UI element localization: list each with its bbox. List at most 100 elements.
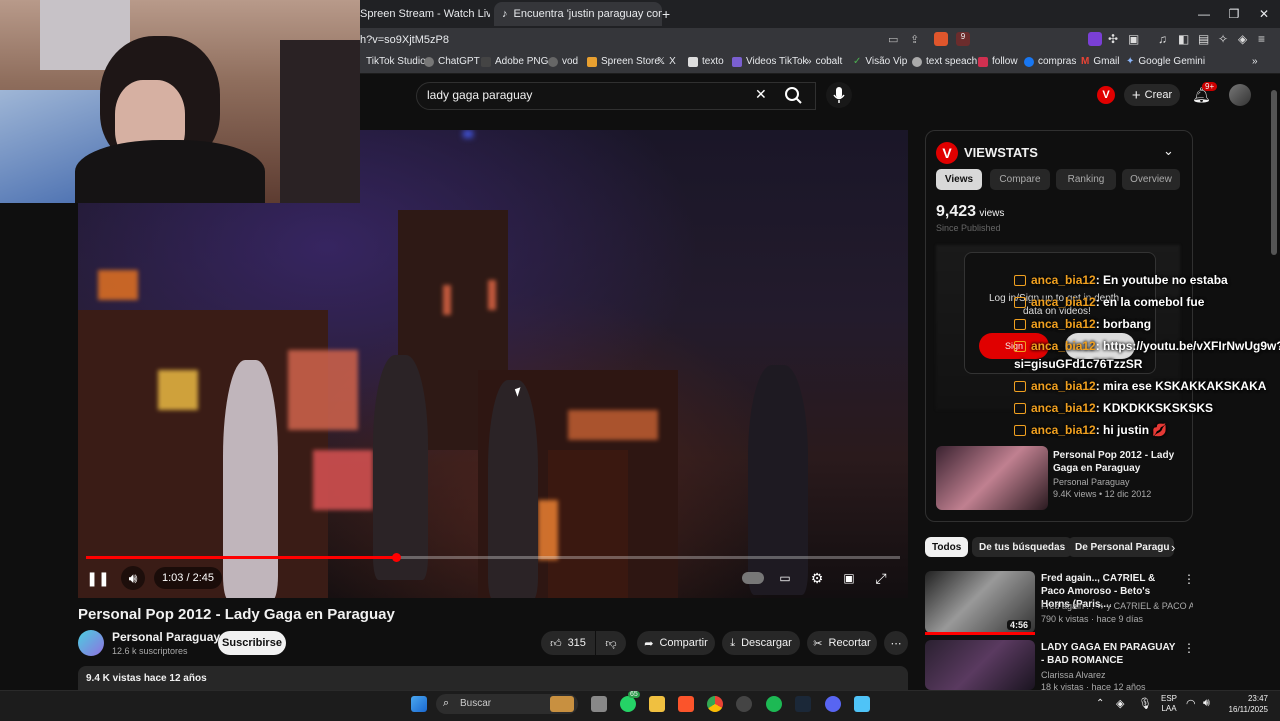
related-thumbnail-2[interactable] [925, 640, 1035, 690]
related-channel-1[interactable]: Fred again . . ✓ y CA7RIEL & PACO AMO... [1041, 601, 1193, 612]
bookmark-tiktok-studio[interactable]: TikTok Studio [366, 56, 426, 67]
bookmark-gmail[interactable]: M Gmail [1081, 56, 1119, 67]
sidebar-icon[interactable]: ◧ [1178, 32, 1189, 46]
description-box[interactable]: 9.4 K vistas hace 12 años [78, 666, 908, 690]
obs-icon[interactable] [736, 696, 752, 712]
clock[interactable]: 23:47 16/11/2025 [1224, 693, 1268, 715]
bookmark-chatgpt[interactable]: ChatGPT [424, 56, 480, 67]
windows-start-icon[interactable] [411, 696, 427, 712]
extension-icon[interactable] [1088, 32, 1102, 46]
share-button[interactable]: ➦ Compartir [637, 631, 715, 655]
steam-icon[interactable] [795, 696, 811, 712]
settings-gear-icon[interactable]: ⚙ [808, 569, 826, 587]
bookmarks-overflow-icon[interactable]: » [1252, 56, 1258, 67]
tray-app-icon[interactable]: ◈ [1116, 697, 1124, 710]
media-icon[interactable]: ♫ [1158, 32, 1167, 46]
tab-compare[interactable]: Compare [990, 169, 1050, 190]
related-channel-2[interactable]: Clarissa Alvarez [1041, 670, 1106, 680]
bookmark-text-speach[interactable]: text speach [912, 56, 977, 67]
more-vert-icon[interactable]: ⋮ [1183, 572, 1195, 586]
download-button[interactable]: ⤓ Descargar [722, 631, 800, 655]
dislike-button[interactable]: 👎︎ [596, 631, 626, 655]
chip-todos[interactable]: Todos [925, 537, 969, 557]
video-progress-bar[interactable] [86, 556, 900, 559]
brave-icon[interactable] [678, 696, 694, 712]
collapse-chevron-icon[interactable]: ⌄ [1163, 143, 1174, 159]
channel-name[interactable]: Personal Paraguay [112, 630, 220, 644]
clip-button[interactable]: ✂ Recortar [807, 631, 877, 655]
bookmark-compras[interactable]: compras [1024, 56, 1076, 67]
channel-avatar[interactable] [78, 630, 104, 656]
bookmark-adobe-png[interactable]: Adobe PNG [481, 56, 548, 67]
clear-search-icon[interactable]: ✕ [755, 86, 767, 103]
subscribe-button[interactable]: Suscribirse [218, 631, 286, 655]
menu-icon[interactable]: ≡ [1258, 32, 1265, 46]
volume-tray-icon[interactable]: 🔊︎ [1203, 697, 1210, 710]
notifications-button[interactable]: 🔔︎ 9+ [1192, 82, 1218, 104]
ai-icon[interactable]: ✧ [1218, 32, 1228, 46]
tab-spreen-stream[interactable]: Spreen Stream - Watch Live on K [360, 2, 490, 26]
language-indicator[interactable]: ESP LAA [1161, 694, 1177, 714]
voice-search-button[interactable] [826, 82, 852, 108]
puzzle-icon[interactable]: ✣ [1108, 32, 1118, 46]
task-view-icon[interactable] [591, 696, 607, 712]
bookmark-cobalt[interactable]: » cobalt [806, 56, 842, 67]
fullscreen-icon[interactable]: ⤢ [872, 569, 890, 587]
more-vert-icon[interactable]: ⋮ [1183, 641, 1195, 655]
create-button[interactable]: + Crear [1124, 84, 1180, 106]
whatsapp-icon[interactable]: 65 [620, 691, 640, 712]
new-tab-button[interactable]: + [662, 2, 676, 26]
chip-from-searches[interactable]: De tus búsquedas [972, 537, 1073, 557]
minimize-icon[interactable]: — [1190, 4, 1218, 24]
tab-overview[interactable]: Overview [1122, 169, 1180, 190]
tab-ranking[interactable]: Ranking [1056, 169, 1116, 190]
viewstats-card-thumbnail[interactable] [936, 446, 1048, 510]
vpn-icon[interactable]: ◈ [1238, 32, 1247, 46]
theater-mode-icon[interactable]: ▣ [840, 569, 858, 587]
more-actions-button[interactable]: ⋯ [884, 631, 908, 655]
tray-microphone-icon[interactable]: 🎙︎ [1138, 697, 1152, 710]
subtitles-icon[interactable]: ▭ [776, 569, 794, 587]
cast-icon[interactable]: ▭ [888, 33, 898, 46]
chrome-icon[interactable] [707, 696, 723, 712]
bookmark-texto[interactable]: texto [688, 56, 724, 67]
wallet-icon[interactable]: ▤ [1198, 32, 1209, 46]
bookmark-spreen-store[interactable]: Spreen Store [587, 56, 660, 67]
related-thumbnail-1[interactable]: 4:56 [925, 571, 1035, 633]
progress-scrubber[interactable] [392, 553, 401, 562]
wifi-icon[interactable]: ◠ [1186, 697, 1196, 710]
share-icon[interactable]: ⇪ [910, 33, 919, 46]
url-text[interactable]: h?v=so9XjtM5zP8 [360, 34, 449, 46]
close-icon[interactable]: ✕ [1250, 4, 1278, 24]
tray-overflow-icon[interactable]: ⌃ [1096, 698, 1104, 709]
bookmark-vod[interactable]: vod [548, 56, 578, 67]
bookmark-follow[interactable]: follow [978, 56, 1018, 67]
chips-next-chevron-icon[interactable]: › [1171, 540, 1175, 555]
bookmark-videos-tiktok[interactable]: Videos TikTok [732, 56, 808, 67]
taskbar-search[interactable]: ⌕ Buscar [436, 694, 578, 714]
search-input[interactable]: lady gaga paraguay [427, 88, 532, 102]
bookmark-visao-vip[interactable]: ✓ Visão Vip [853, 56, 907, 67]
related-title-2[interactable]: LADY GAGA EN PARAGUAY - BAD ROMANCE [1041, 641, 1181, 667]
brave-shield-icon[interactable] [934, 32, 948, 46]
tab-views[interactable]: Views [936, 169, 982, 190]
rewards-icon[interactable]: 9 [956, 32, 970, 46]
search-button[interactable] [774, 82, 814, 108]
notepad-icon[interactable] [854, 696, 870, 712]
avatar[interactable] [1229, 84, 1251, 106]
like-button[interactable]: 👍︎ 315 [541, 631, 595, 655]
chip-from-channel[interactable]: De Personal Paragu [1068, 537, 1174, 557]
file-explorer-icon[interactable] [649, 696, 665, 712]
viewstats-extension-icon[interactable]: V [1097, 86, 1115, 104]
pause-button[interactable]: ❚❚ [86, 568, 109, 588]
tab-search-justin[interactable]: ♪ Encuentra 'justin paraguay conmebo [494, 2, 662, 26]
restore-icon[interactable]: ❐ [1220, 4, 1248, 24]
bookmark-google-gemini[interactable]: ✦ Google Gemini [1126, 56, 1205, 67]
autoplay-toggle[interactable] [742, 572, 764, 584]
screenshot-icon[interactable]: ▣ [1128, 32, 1139, 46]
discord-icon[interactable] [825, 696, 841, 712]
bookmark-x[interactable]: 𝕏X [657, 56, 676, 67]
page-scrollbar[interactable] [1271, 90, 1277, 255]
viewstats-card-title[interactable]: Personal Pop 2012 - Lady Gaga en Paragua… [1053, 449, 1181, 475]
mute-button[interactable]: 🔊︎ [121, 566, 145, 590]
